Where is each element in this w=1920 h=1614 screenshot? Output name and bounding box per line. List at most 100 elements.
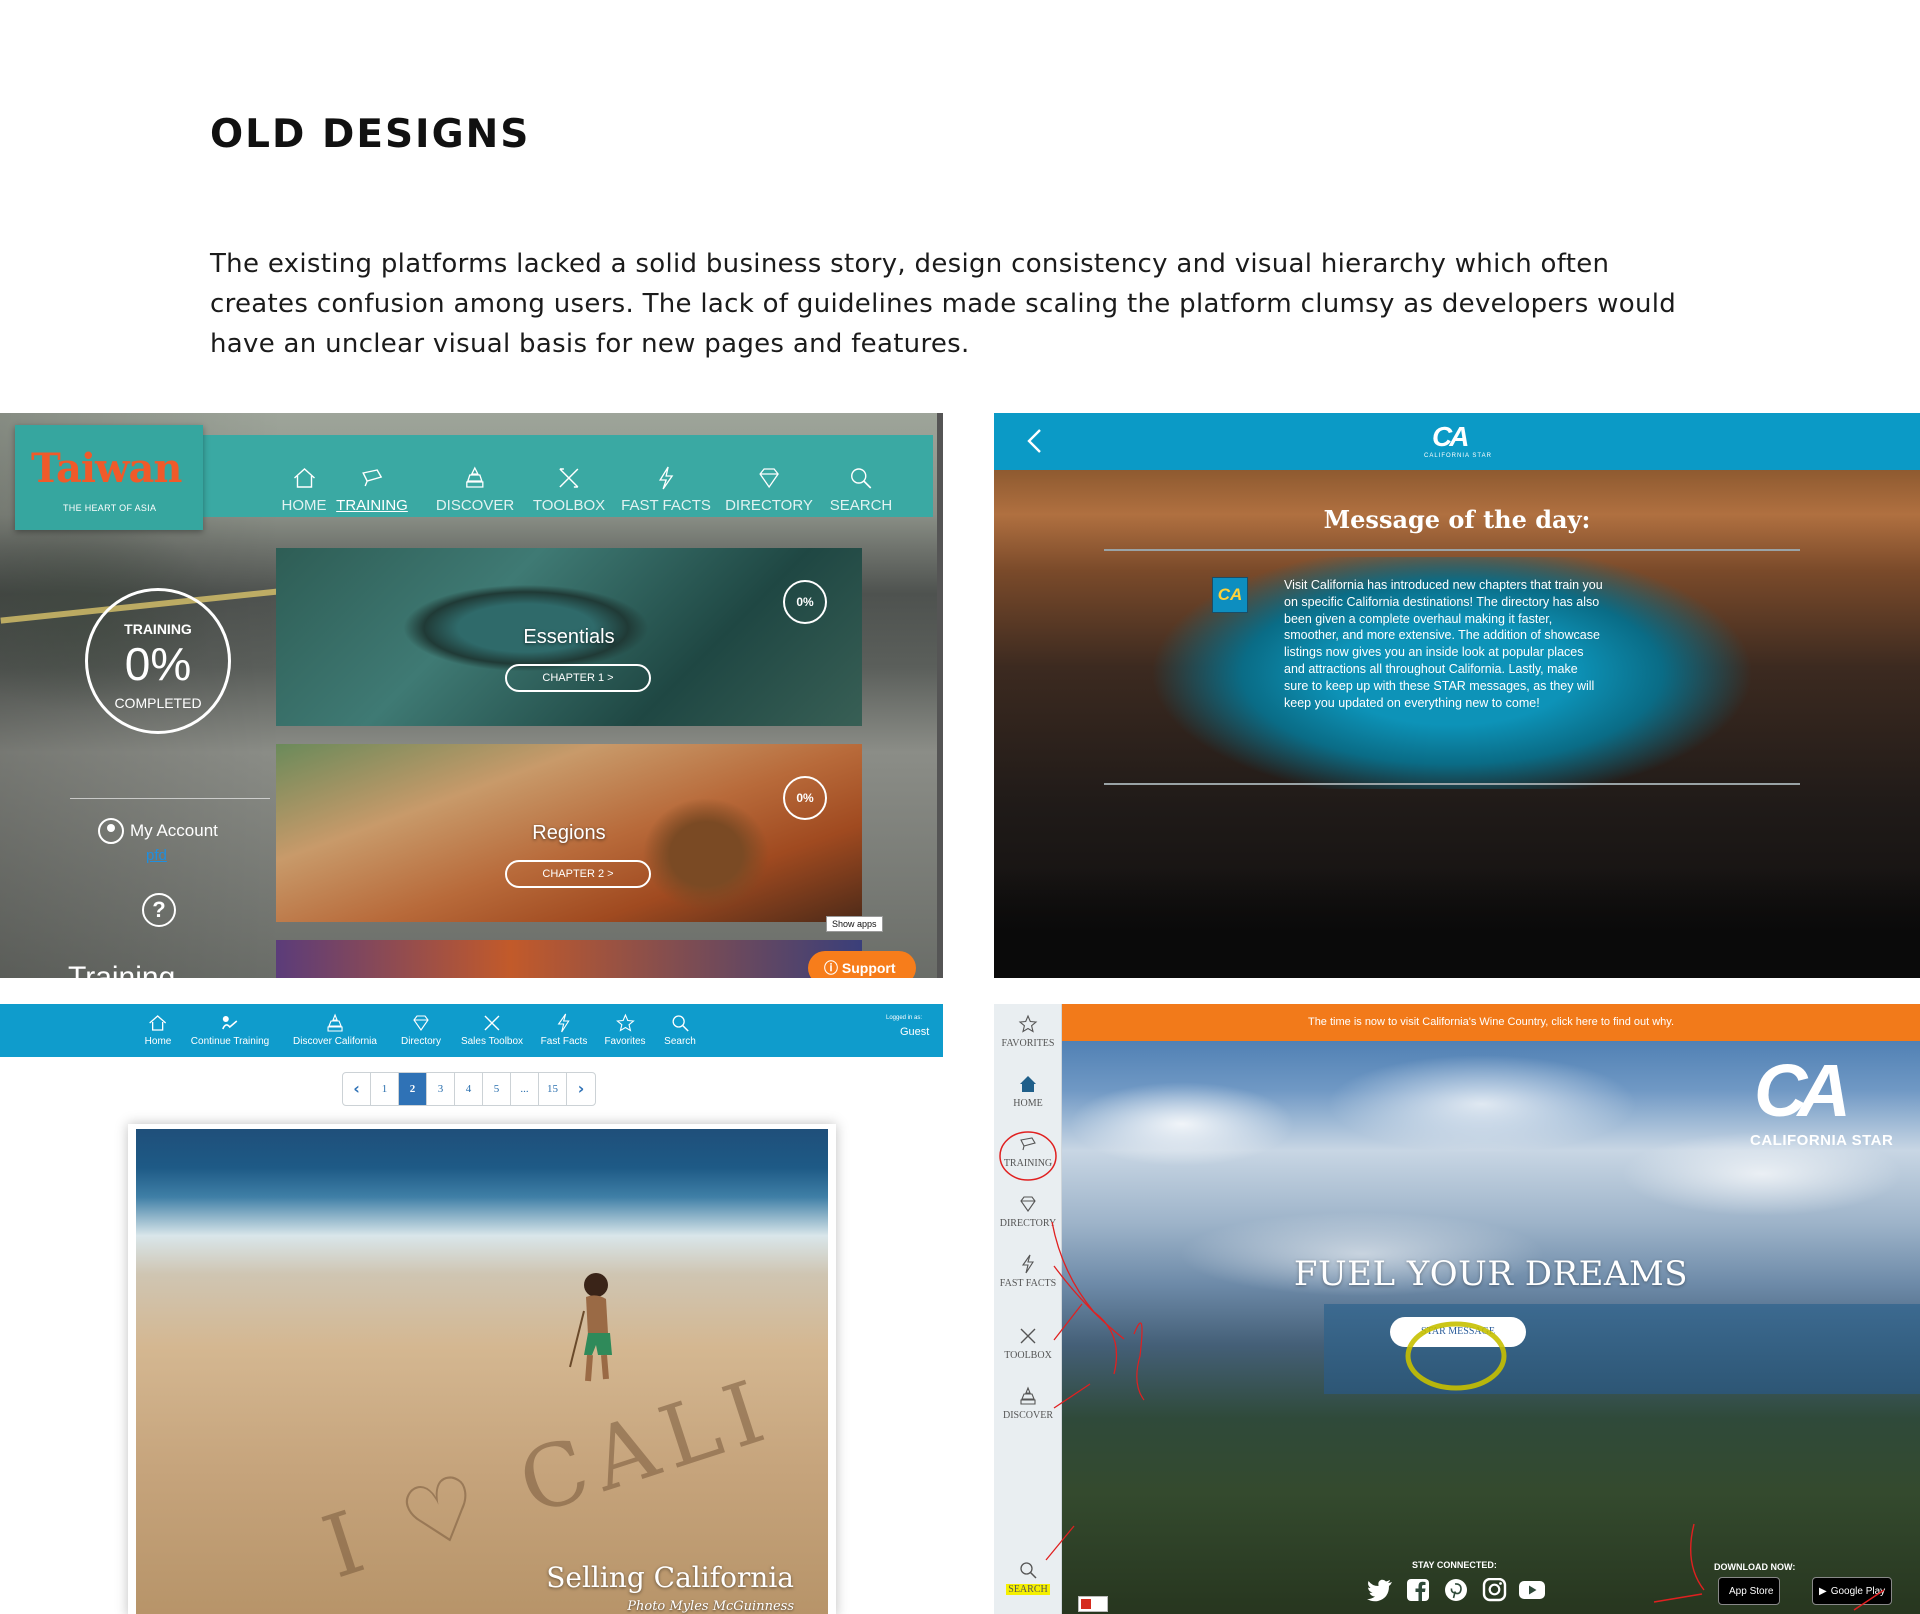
nav-label: Discover California: [293, 1036, 377, 1047]
nav-home[interactable]: Home: [145, 1013, 171, 1047]
sidebar-item-discover[interactable]: DISCOVER: [994, 1386, 1062, 1422]
nav-label: Sales Toolbox: [460, 1036, 524, 1047]
selling-nav-bar: Home Continue Training Discover Californ…: [0, 1004, 943, 1057]
nav-label: DISCOVER: [435, 497, 515, 514]
page-ellipsis: ...: [511, 1073, 539, 1105]
page-link[interactable]: 3: [427, 1073, 455, 1105]
support-button[interactable]: ⓘ Support: [808, 951, 916, 978]
promo-banner[interactable]: The time is now to visit California's Wi…: [1062, 1004, 1920, 1041]
nav-toolbox[interactable]: TOOLBOX: [533, 465, 605, 514]
sidebar-item-home[interactable]: HOME: [994, 1074, 1062, 1110]
youtube-icon[interactable]: [1518, 1578, 1546, 1602]
star-icon: [1018, 1014, 1038, 1033]
facebook-icon[interactable]: [1404, 1578, 1432, 1602]
nav-sales-toolbox[interactable]: Sales Toolbox: [461, 1013, 523, 1047]
sidebar-item-favorites[interactable]: FAVORITES: [994, 1014, 1062, 1050]
page-link[interactable]: 5: [483, 1073, 511, 1105]
taiwan-logo[interactable]: Taiwan THE HEART OF ASIA: [15, 425, 203, 530]
california-star-screenshot: The time is now to visit California's Wi…: [994, 1004, 1920, 1614]
nav-label: DIRECTORY: [725, 497, 813, 514]
ca-logo-subtitle: CALIFORNIA STAR: [1424, 453, 1492, 459]
back-chevron-icon[interactable]: [1020, 426, 1050, 456]
sidebar-item-search[interactable]: SEARCH: [994, 1560, 1062, 1596]
nav-fast-facts[interactable]: Fast Facts: [540, 1013, 588, 1047]
page-link[interactable]: 15: [539, 1073, 567, 1105]
nav-discover-california[interactable]: Discover California: [293, 1013, 377, 1047]
nav-favorites[interactable]: Favorites: [604, 1013, 646, 1047]
beach-photo[interactable]: I ♡ CALI Selling California Photo Myles …: [136, 1129, 828, 1614]
logo-wordmark: Taiwan: [31, 445, 182, 492]
california-star-logo: CA: [1754, 1049, 1851, 1132]
diamond-icon: [413, 1015, 429, 1031]
sidebar-item-training[interactable]: TRAINING: [994, 1134, 1062, 1170]
google-play-button[interactable]: ▶ Google Play: [1812, 1577, 1893, 1605]
language-flag-selector[interactable]: [1078, 1596, 1108, 1612]
nav-fast-facts[interactable]: FAST FACTS: [621, 465, 711, 514]
account-username-link[interactable]: pfd: [146, 847, 167, 864]
support-label: Support: [841, 960, 896, 976]
chapter-card-regions[interactable]: 0% Regions CHAPTER 2 >: [276, 744, 862, 922]
sidebar-item-toolbox[interactable]: TOOLBOX: [994, 1326, 1062, 1362]
sidebar-label: DISCOVER: [1002, 1410, 1053, 1421]
user-name[interactable]: Guest: [900, 1026, 929, 1038]
sidebar-label: TOOLBOX: [1004, 1350, 1052, 1361]
help-icon[interactable]: ?: [142, 893, 176, 927]
progress-status: COMPLETED: [114, 695, 202, 711]
nav-training[interactable]: TRAINING: [336, 465, 408, 514]
selling-california-screenshot: Home Continue Training Discover Californ…: [0, 1004, 943, 1614]
chapter-progress-badge: 0%: [783, 580, 827, 624]
discover-icon: [1020, 1386, 1036, 1405]
page-link-current[interactable]: 2: [399, 1073, 427, 1105]
nav-discover[interactable]: DISCOVER: [436, 465, 514, 514]
nav-home[interactable]: HOME: [282, 465, 327, 514]
lightning-icon: [1021, 1254, 1035, 1274]
scrollbar[interactable]: [937, 413, 943, 978]
next-page-button[interactable]: ›: [567, 1073, 595, 1105]
prev-page-button[interactable]: ‹: [343, 1073, 371, 1105]
chapter-card-partial[interactable]: [276, 940, 862, 978]
star-message-button[interactable]: STAR MESSAGE: [1390, 1317, 1526, 1347]
pinterest-icon[interactable]: [1442, 1578, 1470, 1602]
chapter-button[interactable]: CHAPTER 2 >: [505, 860, 651, 888]
ca-badge-icon: CA: [1212, 577, 1248, 613]
nav-label: FAST FACTS: [621, 497, 711, 514]
discover-icon: [466, 466, 484, 488]
nav-label: Fast Facts: [540, 1036, 588, 1047]
nav-directory[interactable]: Directory: [401, 1013, 441, 1047]
app-store-button[interactable]: App Store: [1718, 1577, 1781, 1605]
toolbox-icon: [1020, 1328, 1036, 1344]
nav-search[interactable]: SEARCH: [830, 465, 892, 514]
google-play-label: Google Play: [1830, 1585, 1886, 1597]
nav-label: Search: [664, 1036, 696, 1047]
nav-continue-training[interactable]: Continue Training: [191, 1013, 269, 1047]
sidebar-divider: [70, 798, 270, 799]
star-icon: [615, 1013, 635, 1032]
ca-logo: CA: [1432, 421, 1469, 452]
download-now-label: DOWNLOAD NOW:: [1714, 1562, 1796, 1572]
nav-directory[interactable]: DIRECTORY: [725, 465, 813, 514]
sidebar-label: TRAINING: [1003, 1158, 1053, 1169]
page-heading: OLD DESIGNS: [210, 112, 531, 157]
page-link[interactable]: 4: [455, 1073, 483, 1105]
twitter-icon[interactable]: [1366, 1578, 1394, 1602]
progress-caption: TRAINING: [124, 621, 192, 637]
toolbox-icon: [484, 1015, 500, 1031]
nav-search[interactable]: Search: [664, 1013, 696, 1047]
message-text: Visit California has introduced new chap…: [1284, 578, 1603, 710]
discover-icon: [327, 1013, 343, 1032]
instagram-icon[interactable]: [1480, 1578, 1508, 1602]
sidebar-label: HOME: [1013, 1098, 1043, 1109]
nav-label: Continue Training: [190, 1036, 270, 1047]
sidebar-item-directory[interactable]: DIRECTORY: [994, 1194, 1062, 1230]
photo-credit: Photo Myles McGuinness: [627, 1599, 794, 1614]
page-link[interactable]: 1: [371, 1073, 399, 1105]
chapter-card-essentials[interactable]: 0% Essentials CHAPTER 1 >: [276, 548, 862, 726]
my-account-link[interactable]: My Account: [98, 818, 218, 844]
chapter-button[interactable]: CHAPTER 1 >: [505, 664, 651, 692]
nav-label: HOME: [281, 497, 327, 514]
sidebar-item-fast-facts[interactable]: FAST FACTS: [994, 1254, 1062, 1290]
chapter-progress-badge: 0%: [783, 776, 827, 820]
nav-label: Directory: [400, 1036, 442, 1047]
play-icon: ▶: [1819, 1585, 1827, 1597]
search-icon: [851, 468, 872, 489]
